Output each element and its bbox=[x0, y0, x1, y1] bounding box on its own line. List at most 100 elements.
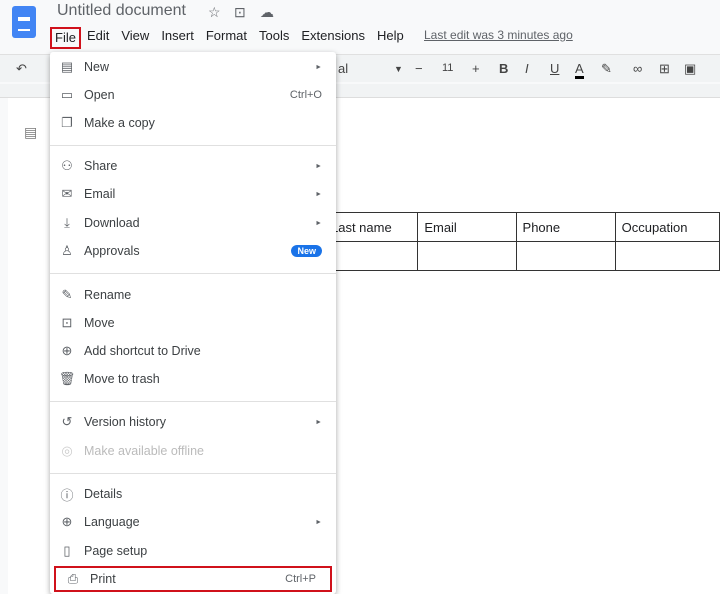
table-cell[interactable]: Email bbox=[417, 212, 517, 242]
shortcut-label: Ctrl+O bbox=[289, 89, 322, 101]
menu-item-rename[interactable]: ✎ Rename bbox=[50, 282, 336, 308]
menu-item-label: Make a copy bbox=[84, 116, 155, 130]
menubar: File Edit View Insert Format Tools Exten… bbox=[50, 27, 410, 49]
menu-item-label: Details bbox=[84, 487, 123, 501]
menu-item-label: Download bbox=[84, 216, 140, 230]
text-color-button[interactable]: A bbox=[575, 61, 584, 79]
menu-file[interactable]: File bbox=[50, 27, 81, 49]
rename-icon: ✎ bbox=[61, 287, 73, 302]
submenu-arrow-icon: ► bbox=[315, 418, 322, 426]
table-cell[interactable] bbox=[515, 241, 616, 271]
last-edit-link[interactable]: Last edit was 3 minutes ago bbox=[424, 28, 573, 42]
menu-item-label: New bbox=[84, 60, 110, 74]
menu-item-move-to-trash[interactable]: 🗑 Move to trash bbox=[50, 366, 336, 392]
menu-extensions[interactable]: Extensions bbox=[295, 27, 371, 49]
menu-item-label: Make available offline bbox=[84, 444, 204, 458]
menu-tools[interactable]: Tools bbox=[253, 27, 295, 49]
table-cell[interactable] bbox=[417, 241, 517, 271]
menu-insert[interactable]: Insert bbox=[155, 27, 200, 49]
table-cell[interactable] bbox=[614, 241, 720, 271]
page-setup-icon: ▯ bbox=[63, 543, 71, 558]
menu-item-language[interactable]: ⊕ Language ► bbox=[50, 509, 336, 535]
outline-icon[interactable]: ▤ bbox=[24, 124, 37, 141]
menu-view[interactable]: View bbox=[115, 27, 155, 49]
menu-item-email[interactable]: ✉ Email ► bbox=[50, 181, 336, 207]
menu-format[interactable]: Format bbox=[200, 27, 253, 49]
new-badge: New bbox=[291, 245, 322, 257]
cloud-icon[interactable]: ☁ bbox=[260, 4, 274, 21]
font-select[interactable]: al bbox=[338, 61, 348, 76]
highlight-icon[interactable]: ✎ bbox=[601, 61, 612, 77]
submenu-arrow-icon: ► bbox=[315, 63, 322, 71]
menu-item-version-history[interactable]: ↺ Version history ► bbox=[50, 409, 336, 435]
submenu-arrow-icon: ► bbox=[315, 219, 322, 227]
italic-button[interactable]: I bbox=[525, 61, 529, 76]
image-icon[interactable]: ▣ bbox=[684, 61, 696, 77]
history-icon: ↺ bbox=[61, 414, 73, 429]
move-folder-icon[interactable]: ⊡ bbox=[234, 4, 246, 21]
menu-item-label: Version history bbox=[84, 415, 166, 429]
menu-item-label: Share bbox=[84, 159, 118, 173]
offline-icon: ◎ bbox=[61, 443, 73, 458]
document-table[interactable]: Last name Email Phone Occupation bbox=[317, 212, 720, 271]
shortcut-label: Ctrl+P bbox=[285, 573, 316, 585]
menu-item-make-available-offline[interactable]: ◎ Make available offline bbox=[50, 438, 336, 464]
print-icon: ⎙ bbox=[67, 571, 79, 586]
menu-item-label: Print bbox=[90, 572, 116, 586]
move-icon: ⊡ bbox=[61, 315, 73, 330]
decrease-size-button[interactable]: − bbox=[415, 61, 423, 76]
menu-item-page-setup[interactable]: ▯ Page setup bbox=[50, 538, 336, 564]
chevron-down-icon[interactable]: ▼ bbox=[394, 64, 403, 74]
menu-divider bbox=[50, 401, 336, 402]
menu-divider bbox=[50, 473, 336, 474]
approvals-icon: ♙ bbox=[61, 243, 73, 258]
menu-item-download[interactable]: ⤓ Download ► bbox=[50, 210, 336, 236]
menu-item-label: Open bbox=[84, 88, 115, 102]
menu-item-share[interactable]: ⚇ Share ► bbox=[50, 153, 336, 179]
underline-button[interactable]: U bbox=[550, 61, 559, 76]
copy-icon: ❐ bbox=[61, 115, 73, 130]
menu-item-label: Move to trash bbox=[84, 372, 160, 386]
document-title[interactable]: Untitled document bbox=[57, 2, 186, 20]
submenu-arrow-icon: ► bbox=[315, 190, 322, 198]
menu-item-label: Email bbox=[84, 187, 116, 201]
menu-item-make-a-copy[interactable]: ❐ Make a copy bbox=[50, 110, 336, 136]
menu-divider bbox=[50, 273, 336, 274]
menu-item-move[interactable]: ⊡ Move bbox=[50, 310, 336, 336]
table-cell[interactable]: Occupation bbox=[614, 212, 720, 242]
menu-help[interactable]: Help bbox=[371, 27, 410, 49]
star-icon[interactable]: ☆ bbox=[208, 4, 221, 21]
bold-button[interactable]: B bbox=[499, 61, 508, 76]
menu-item-label: Rename bbox=[84, 288, 132, 302]
submenu-arrow-icon: ► bbox=[315, 518, 322, 526]
menu-item-approvals[interactable]: ♙ Approvals New bbox=[50, 238, 336, 264]
document-icon: ▤ bbox=[60, 59, 74, 74]
menu-item-print[interactable]: ⎙ Print Ctrl+P bbox=[54, 566, 332, 592]
menu-item-label: Approvals bbox=[84, 244, 140, 258]
file-menu: ▤ New ► ▭ Open Ctrl+O ❐ Make a copy ⚇ Share ► ✉ Emai… bbox=[50, 52, 336, 594]
badge-container: New bbox=[286, 245, 336, 257]
menu-item-open[interactable]: ▭ Open Ctrl+O bbox=[50, 82, 336, 108]
download-icon: ⤓ bbox=[64, 215, 70, 230]
share-icon: ⚇ bbox=[61, 158, 73, 173]
submenu-arrow-icon: ► bbox=[315, 162, 322, 170]
menu-item-new[interactable]: ▤ New ► bbox=[50, 54, 336, 80]
menu-item-label: Add shortcut to Drive bbox=[84, 344, 201, 358]
folder-icon: ▭ bbox=[60, 87, 74, 102]
shortcut-icon: ⊕ bbox=[61, 343, 73, 358]
globe-icon: ⊕ bbox=[61, 514, 73, 529]
menu-item-label: Page setup bbox=[84, 544, 148, 558]
increase-size-button[interactable]: + bbox=[472, 61, 480, 76]
table-cell[interactable]: Phone bbox=[515, 212, 616, 242]
font-size-input[interactable]: 11 bbox=[442, 62, 453, 74]
menu-edit[interactable]: Edit bbox=[81, 27, 115, 49]
link-icon[interactable]: ∞ bbox=[633, 61, 642, 76]
undo-icon[interactable]: ↶ bbox=[16, 61, 27, 77]
info-icon: ⓘ bbox=[60, 487, 74, 503]
menu-item-label: Language bbox=[84, 515, 140, 529]
menu-item-details[interactable]: ⓘ Details bbox=[50, 481, 336, 507]
comment-icon[interactable]: ⊞ bbox=[659, 61, 670, 77]
menu-item-add-shortcut-to-drive[interactable]: ⊕ Add shortcut to Drive bbox=[50, 338, 336, 364]
docs-logo[interactable] bbox=[12, 6, 36, 38]
trash-icon: 🗑 bbox=[58, 371, 76, 386]
